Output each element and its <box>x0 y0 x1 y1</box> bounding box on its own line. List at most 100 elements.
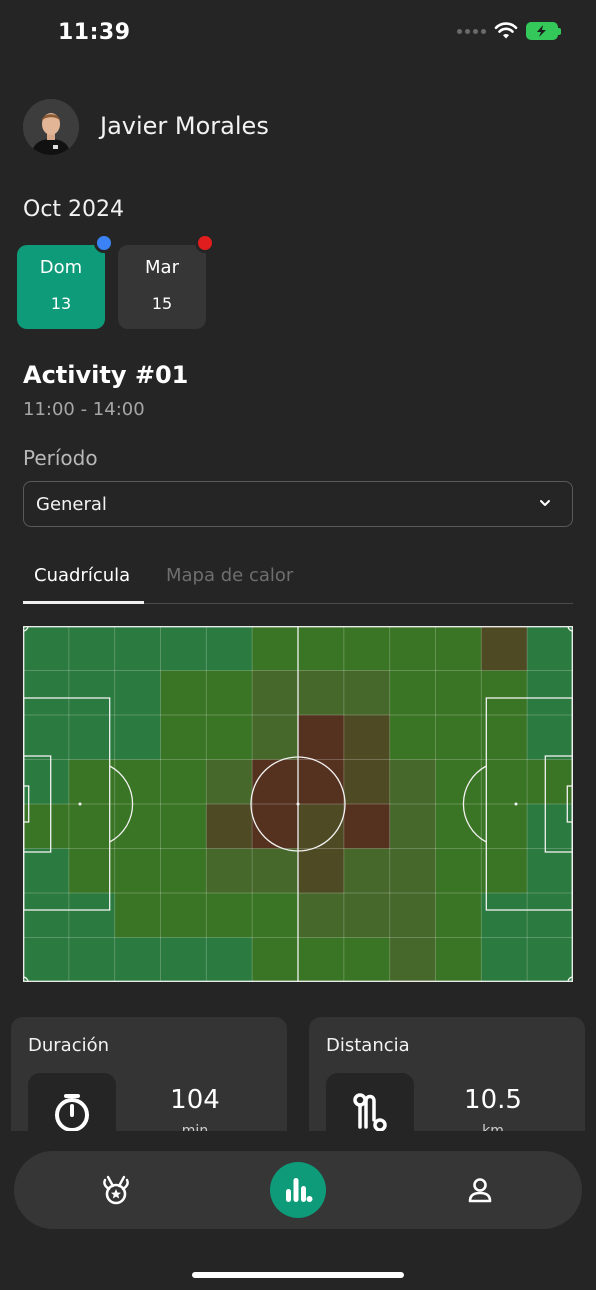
heatmap-cell <box>23 759 70 805</box>
active-tab-indicator <box>23 601 144 604</box>
pitch-heatmap <box>23 626 573 982</box>
heatmap-cell <box>206 937 253 982</box>
heatmap-cell <box>527 893 573 938</box>
heatmap-cell <box>389 893 436 938</box>
heatmap-cell <box>206 804 253 849</box>
stat-value: 10.5 <box>464 1085 522 1115</box>
heatmap-cell <box>435 937 482 982</box>
heatmap-cell <box>481 626 528 671</box>
heatmap-cell <box>435 759 482 805</box>
status-icons <box>457 22 561 40</box>
medal-icon <box>103 1175 129 1205</box>
heatmap-cell <box>68 804 116 849</box>
wifi-icon <box>494 22 518 39</box>
heatmap-cell <box>298 670 345 716</box>
heatmap-cell <box>527 715 573 760</box>
heatmap-cell <box>298 626 345 671</box>
heatmap-cell <box>206 670 253 716</box>
battery-charging-icon <box>526 22 561 40</box>
heatmap-cell <box>23 937 70 982</box>
heatmap-cell <box>481 759 528 805</box>
heatmap-cell <box>114 759 161 805</box>
heatmap-cell <box>298 804 345 849</box>
nav-stats-button[interactable] <box>270 1162 326 1218</box>
heatmap-cell <box>23 670 70 716</box>
day-card-dom[interactable]: Dom 13 <box>17 245 105 329</box>
heatmap-cell <box>435 893 482 938</box>
heatmap-cell <box>23 626 70 671</box>
heatmap-cell <box>160 848 207 894</box>
heatmap-cell <box>252 670 299 716</box>
heatmap-cell <box>481 670 528 716</box>
heatmap-cell <box>114 670 161 716</box>
heatmap-cell <box>343 759 391 805</box>
heatmap-cell <box>252 937 299 982</box>
heatmap-cell <box>160 626 207 671</box>
heatmap-cell <box>343 804 391 849</box>
day-number: 15 <box>151 294 173 313</box>
heatmap-cell <box>527 937 573 982</box>
heatmap-cell <box>23 715 70 760</box>
activity-title: Activity #01 <box>23 361 189 389</box>
heatmap-cell <box>298 937 345 982</box>
heatmap-cell <box>252 626 299 671</box>
tab-cuadricula[interactable]: Cuadrícula <box>34 565 130 586</box>
heatmap-cell <box>389 670 436 716</box>
event-dot-red <box>195 233 215 253</box>
heatmap-cell <box>114 804 161 849</box>
chevron-down-icon <box>540 500 550 506</box>
day-card-mar[interactable]: Mar 15 <box>118 245 206 329</box>
heatmap-cell <box>68 848 116 894</box>
heatmap-cell <box>23 804 70 849</box>
heatmap-cell <box>435 715 482 760</box>
heatmap-cell <box>343 848 391 894</box>
stat-title: Duración <box>28 1035 110 1056</box>
period-value: General <box>36 494 107 515</box>
heatmap-cell <box>160 670 207 716</box>
heatmap-cell <box>527 759 573 805</box>
heatmap-cell <box>298 715 345 760</box>
day-name: Dom <box>39 257 83 278</box>
period-select[interactable]: General <box>23 481 573 527</box>
heatmap-cell <box>206 848 253 894</box>
home-indicator[interactable] <box>192 1272 404 1278</box>
day-number: 13 <box>50 294 72 313</box>
heatmap-cell <box>343 937 391 982</box>
heatmap-cell <box>527 626 573 671</box>
heatmap-cell <box>160 937 207 982</box>
period-label: Período <box>23 446 98 470</box>
heatmap-cell <box>160 804 207 849</box>
heatmap-cell <box>435 626 482 671</box>
heatmap-cell <box>389 848 436 894</box>
stats-chart-icon <box>286 1178 313 1202</box>
heatmap-cell <box>68 759 116 805</box>
heatmap-cell <box>68 937 116 982</box>
heatmap-cell <box>389 937 436 982</box>
heatmap-cell <box>298 759 345 805</box>
heatmap-cell <box>68 670 116 716</box>
heatmap-cell <box>68 626 116 671</box>
heatmap-cell <box>252 893 299 938</box>
tab-mapa-de-calor[interactable]: Mapa de calor <box>166 565 293 586</box>
heatmap-cell <box>206 715 253 760</box>
heatmap-cell <box>435 848 482 894</box>
heatmap-cell <box>343 893 391 938</box>
heatmap-cell <box>206 893 253 938</box>
heatmap-cell <box>160 893 207 938</box>
heatmap-cell <box>481 893 528 938</box>
heatmap-cell <box>114 937 161 982</box>
heatmap-cell <box>389 715 436 760</box>
nav-medal-button[interactable] <box>88 1162 144 1218</box>
heatmap-cell <box>527 804 573 849</box>
heatmap-cell <box>435 670 482 716</box>
heatmap-cell <box>23 848 70 894</box>
heatmap-cell <box>343 670 391 716</box>
avatar[interactable] <box>23 99 79 155</box>
heatmap-cell <box>481 848 528 894</box>
day-name: Mar <box>145 257 179 278</box>
heatmap-cell <box>343 715 391 760</box>
heatmap-cell <box>114 715 161 760</box>
nav-profile-button[interactable] <box>452 1162 508 1218</box>
heatmap-cell <box>160 715 207 760</box>
heatmap-cell <box>481 715 528 760</box>
